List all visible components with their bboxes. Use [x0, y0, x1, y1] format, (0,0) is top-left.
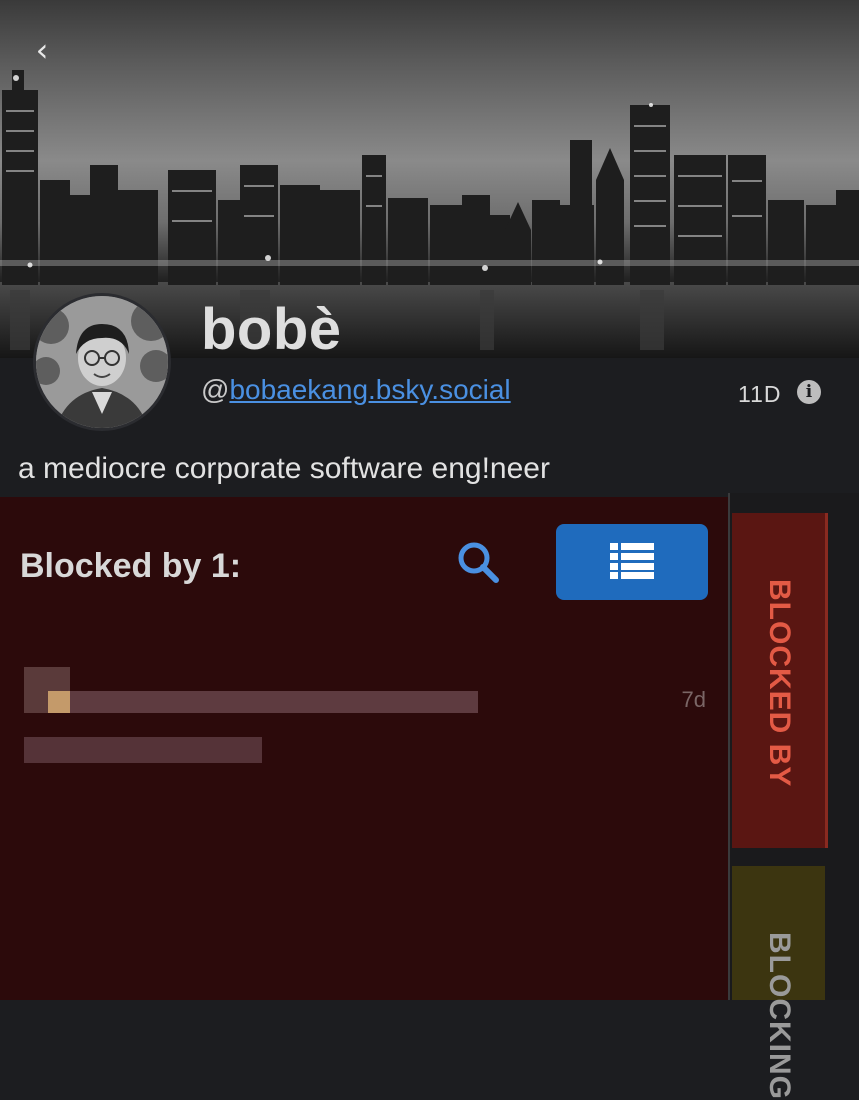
tab-blocking-label: BLOCKING: [763, 932, 796, 1100]
tab-blocking[interactable]: BLOCKING: [732, 866, 825, 1100]
search-button[interactable]: [450, 534, 510, 594]
tab-blocked-by-label: BLOCKED BY: [763, 579, 796, 788]
item-time: 7d: [681, 687, 706, 712]
chevron-left-icon: ‹: [35, 31, 49, 69]
handle-prefix: @: [201, 374, 230, 405]
blocked-by-panel: Blocked by 1: 7d: [0, 497, 728, 1000]
avatar-portrait-image: [36, 296, 168, 428]
profile-bio: a mediocre corporate software eng!neer: [18, 452, 550, 485]
panel-title: Blocked by 1:: [20, 547, 242, 585]
display-name: bobè: [201, 297, 342, 362]
handle: @bobaekang.bsky.social: [201, 374, 511, 406]
list-item[interactable]: 7d: [20, 667, 710, 777]
list-view-button[interactable]: [556, 524, 708, 600]
list-icon: [610, 543, 654, 579]
tab-blocked-by[interactable]: BLOCKED BY: [732, 513, 828, 848]
account-age: 11D: [738, 381, 782, 407]
info-icon[interactable]: i: [797, 380, 821, 404]
back-button[interactable]: ‹: [22, 30, 62, 70]
search-icon: [458, 542, 499, 583]
handle-link[interactable]: bobaekang.bsky.social: [229, 374, 510, 405]
obscured-avatar-detail: [48, 691, 70, 713]
obscured-name: [70, 691, 478, 713]
avatar[interactable]: [33, 293, 171, 431]
obscured-handle: [24, 737, 262, 763]
